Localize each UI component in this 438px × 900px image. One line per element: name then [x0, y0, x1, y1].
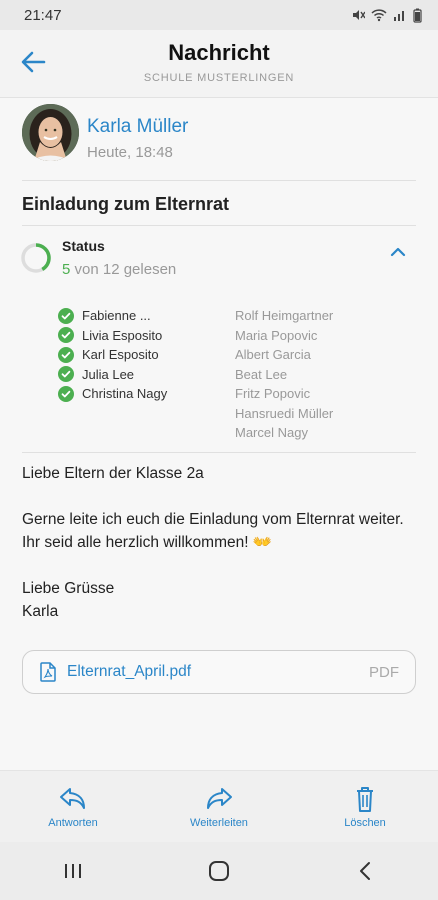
status-label: Status — [62, 238, 105, 254]
reader-item: Fabienne ... — [58, 306, 223, 326]
school-name: SCHULE MUSTERLINGEN — [143, 72, 295, 84]
pdf-file-icon — [40, 662, 56, 682]
signal-icon — [394, 11, 404, 21]
reader-name: Karl Esposito — [82, 347, 159, 363]
page-title: Nachricht — [168, 40, 270, 65]
home-button[interactable] — [194, 856, 244, 886]
forward-button[interactable]: Weiterleiten — [169, 785, 269, 829]
home-icon — [209, 861, 229, 881]
unreader-name: Beat Lee — [235, 366, 288, 382]
message-action-bar: Antworten Weiterleiten Löschen — [0, 770, 438, 842]
attachment-name: Elternrat_April.pdf — [67, 663, 192, 680]
avatar-photo — [22, 104, 79, 161]
read-number: 5 — [62, 261, 71, 278]
reply-label: Antworten — [48, 817, 98, 829]
read-count-text: von 12 gelesen — [74, 261, 177, 278]
reader-item: Julia Lee — [58, 365, 223, 385]
trash-icon — [357, 787, 373, 812]
message-body: Liebe Eltern der Klasse 2a Gerne leite i… — [22, 462, 416, 623]
recent-apps-button[interactable] — [48, 856, 98, 886]
app-header: Nachricht SCHULE MUSTERLINGEN — [0, 30, 438, 98]
sender-name[interactable]: Karla Müller — [87, 116, 188, 138]
system-navigation-bar — [0, 842, 438, 900]
body-closing: Liebe Grüsse — [22, 580, 115, 597]
system-status-bar: 21:47 — [0, 0, 438, 30]
recent-apps-icon — [65, 864, 81, 878]
reader-name: Christina Nagy — [82, 386, 168, 402]
message-content: Karla Müller Heute, 18:48 Einladung zum … — [0, 98, 438, 770]
forward-label: Weiterleiten — [190, 817, 248, 829]
reader-item: Livia Esposito — [58, 326, 223, 346]
check-circle-icon — [58, 385, 74, 402]
message-subject: Einladung zum Elternrat — [22, 194, 230, 214]
collapse-toggle[interactable] — [388, 242, 408, 262]
body-greeting: Liebe Eltern der Klasse 2a — [22, 465, 204, 482]
divider — [22, 452, 416, 453]
mute-icon — [353, 10, 365, 20]
reply-arrow-icon — [60, 788, 85, 809]
unreader-name: Marcel Nagy — [235, 425, 308, 440]
clock: 21:47 — [24, 6, 62, 24]
reader-name: Julia Lee — [82, 366, 135, 382]
read-by-list: Fabienne ... Livia Esposito Karl Esposit… — [58, 306, 223, 404]
unreader-name: Albert Garcia — [235, 347, 311, 362]
reader-name: Fabienne ... — [82, 308, 151, 324]
check-circle-icon — [58, 346, 74, 363]
divider — [22, 180, 416, 181]
read-progress-ring — [21, 243, 51, 273]
reply-button[interactable]: Antworten — [23, 785, 123, 829]
chevron-up-icon — [390, 247, 406, 257]
body-signature: Karla — [22, 603, 59, 620]
check-circle-icon — [58, 327, 74, 344]
reader-item: Karl Esposito — [58, 345, 223, 365]
body-paragraph: Gerne leite ich euch die Einladung vom E… — [22, 511, 404, 551]
delete-label: Löschen — [344, 817, 386, 829]
wifi-icon — [371, 9, 387, 22]
divider — [22, 225, 416, 226]
sender-info: Karla Müller Heute, 18:48 — [22, 104, 416, 180]
nav-back-button[interactable] — [340, 856, 390, 886]
attachment-type: PDF — [369, 663, 399, 681]
unreader-name: Maria Popovic — [235, 327, 318, 343]
unreader-name: Rolf Heimgartner — [235, 308, 334, 323]
read-status-panel[interactable]: Status 5 von 12 gelesen Fabienne ... Liv… — [21, 234, 416, 450]
read-count: 5 von 12 gelesen — [62, 261, 176, 278]
check-circle-icon — [58, 366, 74, 383]
unreader-name: Hansruedi Müller — [235, 405, 334, 421]
nav-back-icon — [360, 862, 370, 880]
check-circle-icon — [58, 307, 74, 324]
status-icons — [351, 8, 422, 23]
delete-button[interactable]: Löschen — [315, 785, 415, 829]
sent-time: Heute, 18:48 — [87, 144, 173, 161]
avatar — [22, 104, 79, 161]
battery-icon — [413, 8, 422, 23]
attachment-button[interactable]: Elternrat_April.pdf PDF — [22, 650, 416, 694]
reader-item: Christina Nagy — [58, 384, 223, 404]
not-read-list: Rolf Heimgartner Maria Popovic Albert Ga… — [235, 306, 395, 443]
reader-name: Livia Esposito — [82, 327, 163, 343]
forward-arrow-icon — [207, 788, 232, 809]
unreader-name: Fritz Popovic — [235, 386, 311, 401]
